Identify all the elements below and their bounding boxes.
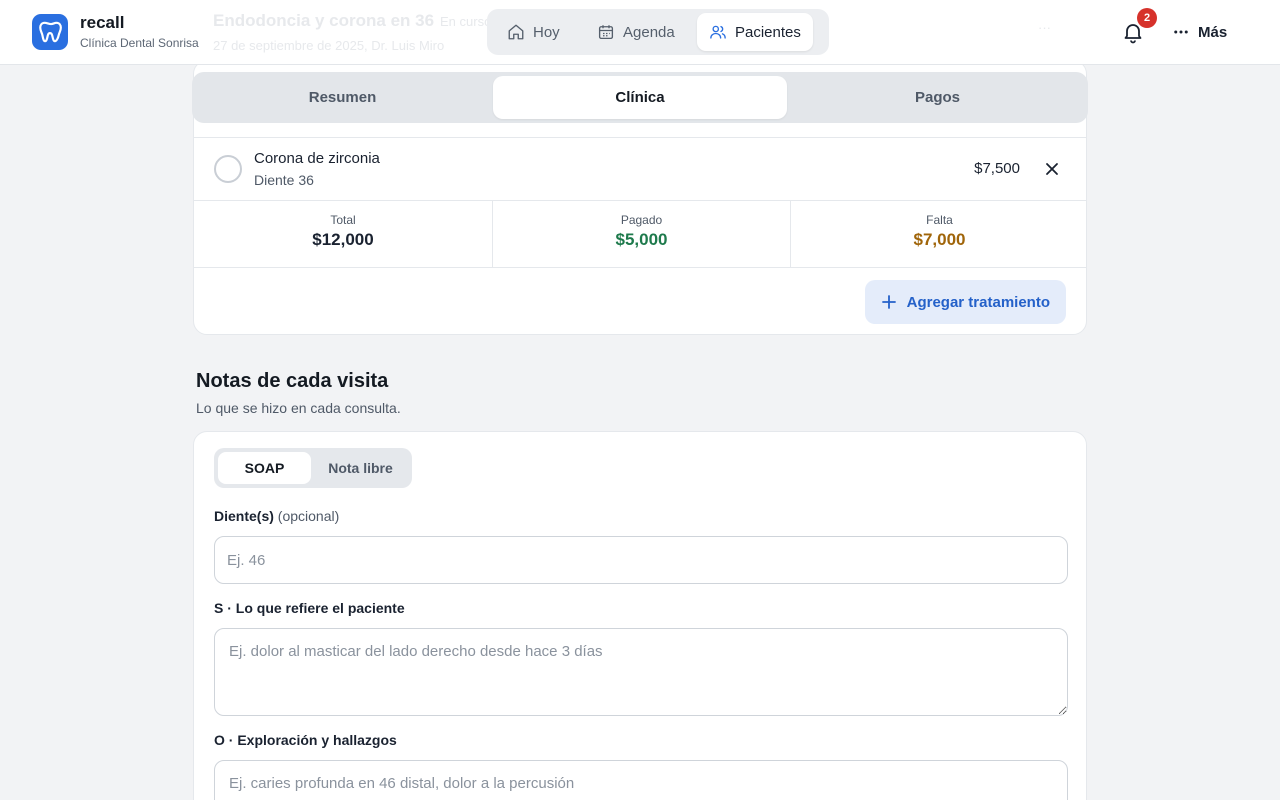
- background-treatment-tag: En curso: [440, 14, 492, 29]
- optional-hint: (opcional): [277, 508, 340, 524]
- plus-icon: [881, 295, 896, 309]
- background-treatment-title: Endodoncia y corona en 36: [213, 11, 435, 30]
- mode-soap[interactable]: SOAP: [218, 452, 311, 484]
- subjective-textarea[interactable]: [214, 628, 1068, 716]
- more-menu-button[interactable]: Más: [1172, 20, 1227, 44]
- brand-name: recall: [80, 13, 125, 32]
- add-treatment-label: Agregar tratamiento: [906, 293, 1050, 311]
- nav-item-pacientes[interactable]: Pacientes: [697, 13, 813, 51]
- nav-item-label: Agenda: [623, 23, 675, 41]
- treatment-title: Corona de zirconia: [254, 150, 380, 167]
- nav-item-label: Pacientes: [735, 23, 801, 41]
- paid-label: Pagado: [620, 213, 663, 227]
- total-value: $12,000: [312, 230, 374, 249]
- total-cell: Total $12,000: [194, 201, 492, 267]
- notification-badge: 2: [1137, 8, 1157, 28]
- treatment-price: $7,500: [974, 160, 1020, 177]
- nav-item-label: Hoy: [533, 23, 560, 41]
- due-label: Falta: [926, 213, 953, 227]
- tooth-label-text: Diente(s): [214, 508, 274, 524]
- treatment-totals: Total $12,000 Pagado $5,000 Falta $7,000: [194, 201, 1086, 268]
- notes-title: Notas de cada visita: [196, 370, 389, 392]
- treatment-complete-checkbox[interactable]: [214, 155, 242, 183]
- due-value: $7,000: [913, 230, 966, 249]
- close-icon[interactable]: [1044, 161, 1060, 177]
- tab-clinica[interactable]: Clínica: [493, 76, 787, 119]
- objective-label: O · Exploración y hallazgos: [214, 732, 397, 748]
- add-treatment-button[interactable]: Agregar tratamiento: [864, 280, 1066, 324]
- objective-textarea[interactable]: [214, 760, 1068, 800]
- subjective-label: S · Lo que refiere el paciente: [214, 600, 405, 616]
- paid-value: $5,000: [615, 230, 668, 249]
- brand-subtitle: Clínica Dental Sonrisa: [80, 36, 199, 50]
- due-cell: Falta $7,000: [790, 201, 1086, 267]
- nav-item-agenda[interactable]: Agenda: [585, 13, 687, 51]
- notes-card: SOAP Nota libre Diente(s) (opcional) S ·…: [193, 431, 1087, 800]
- main-nav: Hoy Agenda Pacientes: [487, 9, 829, 55]
- tooth-icon[interactable]: [32, 14, 68, 50]
- background-treatment-action: ···: [1038, 20, 1051, 35]
- treatment-tooth: Diente 36: [254, 172, 314, 188]
- background-treatment-subtitle: 27 de septiembre de 2025, Dr. Luis Miro: [213, 38, 445, 53]
- treatment-row: Corona de zirconia Diente 36 $7,500: [194, 137, 1086, 201]
- home-icon: [508, 24, 524, 40]
- tooth-input[interactable]: [214, 536, 1068, 584]
- mode-free-note[interactable]: Nota libre: [313, 452, 408, 484]
- total-label: Total: [330, 213, 356, 227]
- section-tabs: Resumen Clínica Pagos: [192, 72, 1088, 123]
- tooth-field-label: Diente(s) (opcional): [214, 508, 339, 524]
- calendar-icon: [598, 25, 614, 40]
- tab-resumen[interactable]: Resumen: [196, 76, 489, 119]
- more-label: Más: [1198, 23, 1228, 41]
- ellipsis-icon: [1174, 30, 1188, 34]
- users-icon: [710, 25, 726, 39]
- note-mode-switch: SOAP Nota libre: [214, 448, 412, 488]
- notes-subtitle: Lo que se hizo en cada consulta.: [196, 400, 401, 416]
- nav-item-hoy[interactable]: Hoy: [495, 13, 572, 51]
- paid-cell: Pagado $5,000: [492, 201, 790, 267]
- top-header: Endodoncia y corona en 36 En curso 27 de…: [0, 0, 1280, 65]
- tab-pagos[interactable]: Pagos: [791, 76, 1084, 119]
